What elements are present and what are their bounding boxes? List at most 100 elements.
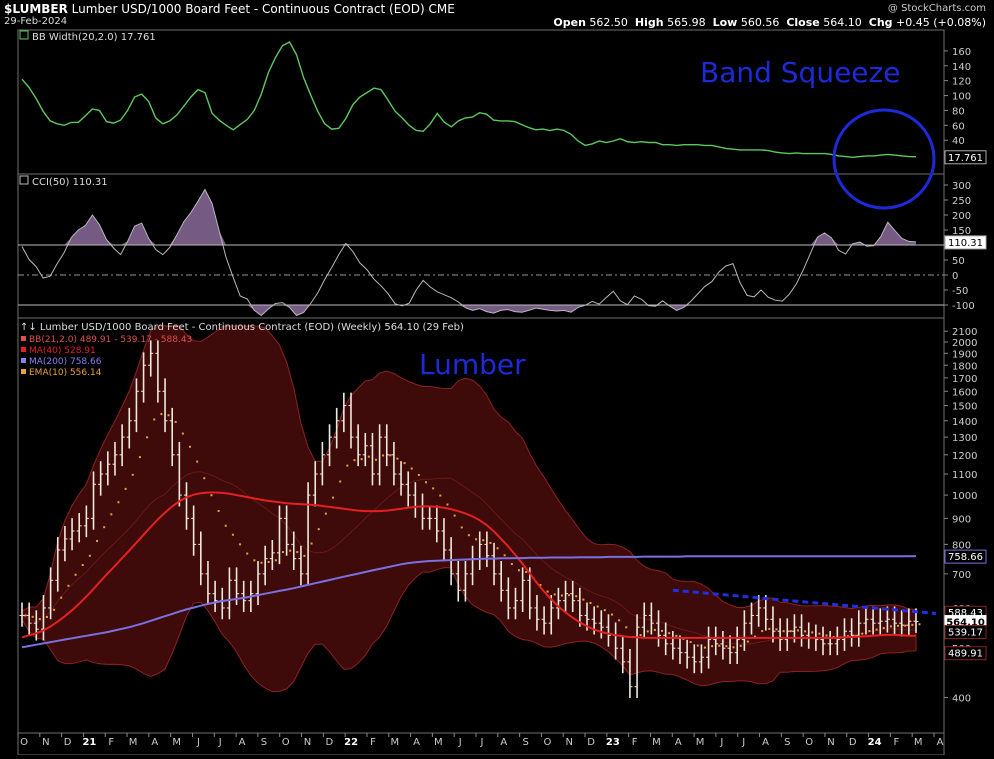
bbw-tick-label: 140 [952, 62, 971, 73]
ema10-point [138, 456, 141, 459]
ema10-point [689, 641, 692, 644]
ema10-point [374, 458, 377, 461]
bbw-legend: BB Width(20,2.0) 17.761 [32, 32, 156, 43]
ema10-point [668, 632, 671, 635]
price-tick-label: 1900 [952, 349, 977, 360]
ema10-point [45, 615, 48, 618]
x-tick-label: O [20, 737, 28, 748]
ema10-point [260, 561, 263, 564]
x-tick-label: D [325, 737, 333, 748]
ema10-point [811, 631, 814, 634]
ema10-point [482, 539, 485, 542]
ema10-point [239, 543, 242, 546]
price-tick-label: 1000 [952, 491, 977, 502]
x-tick-label: J [719, 737, 723, 748]
x-tick-label: N [827, 737, 834, 748]
cci-series-line [21, 188, 917, 317]
ema10-point [224, 524, 227, 527]
price-tick-label: 1300 [952, 433, 977, 444]
x-tick-label: A [500, 737, 507, 748]
ema10-point [210, 494, 213, 497]
cci-overbought-area [22, 189, 916, 245]
price-tick-label: 1200 [952, 451, 977, 462]
price-tick-label: 1600 [952, 387, 977, 398]
bbw-tick-label: 100 [952, 92, 971, 103]
ema10-point [661, 629, 664, 632]
ema10-point [575, 595, 578, 598]
ema10-point [560, 594, 563, 597]
x-tick-label: 24 [868, 737, 882, 748]
x-tick-label: F [108, 737, 114, 748]
panel-frame-2 [17, 173, 945, 319]
price-legend-item: EMA(10) 556.14 [29, 368, 102, 378]
ema10-point [160, 413, 163, 416]
symbol: $LUMBER [4, 2, 68, 16]
ema10-point [281, 551, 284, 554]
x-tick-label: 23 [606, 737, 620, 748]
x-tick-label: O [805, 737, 813, 748]
ema10-point [804, 630, 807, 633]
x-tick-label: A [239, 737, 246, 748]
x-tick-label: A [937, 737, 944, 748]
ema10-point [761, 630, 764, 633]
ema10-point [503, 554, 506, 557]
chg-label: Chg [868, 16, 893, 29]
panel-frame-1 [17, 29, 945, 175]
x-tick-label: 22 [344, 737, 358, 748]
ema10-point [475, 538, 478, 541]
ema10-point [796, 629, 799, 632]
price-legend-title: ↑↓ Lumber USD/1000 Board Feet - Continuo… [20, 322, 464, 333]
ema10-point [882, 627, 885, 630]
cci-legend: CCI(50) 110.31 [32, 177, 108, 188]
chart-date: 29-Feb-2024 [4, 16, 68, 27]
ema10-point [410, 467, 413, 470]
ema10-point [303, 554, 306, 557]
x-tick-label: A [413, 737, 420, 748]
price-tick-label: 1100 [952, 470, 977, 481]
x-tick-label: F [632, 737, 638, 748]
x-tick-label: J [218, 737, 222, 748]
ema10-point [861, 632, 864, 635]
ema10-point [897, 624, 900, 627]
ema10-point [703, 646, 706, 649]
price-legend-swatch [21, 347, 26, 352]
exchange: CME [428, 2, 455, 16]
price-legend-swatch [21, 336, 26, 341]
ema10-point [918, 623, 921, 626]
price-legend-item: BB(21,2.0) 489.91 - 539.17 - 588.43 [29, 335, 192, 345]
ema10-point [367, 455, 370, 458]
ema10-point [60, 596, 63, 599]
cci-tick-label: -50 [952, 286, 968, 297]
x-tick-label: M [390, 737, 399, 748]
ema10-point [246, 552, 249, 555]
low-label: Low [712, 16, 738, 29]
squeeze-highlight-circle [832, 108, 936, 210]
ema10-point [396, 457, 399, 460]
x-tick-label: D [849, 737, 857, 748]
chart-header-title: $LUMBER Lumber USD/1000 Board Feet - Con… [4, 2, 455, 16]
ema10-point [38, 618, 41, 621]
ema10-point [553, 593, 556, 596]
ema10-point [675, 634, 678, 637]
price-legend-swatch [21, 369, 26, 374]
ema10-point [217, 509, 220, 512]
x-tick-label: M [696, 737, 705, 748]
low-value: 560.56 [740, 16, 780, 29]
ema10-point [174, 420, 177, 423]
ema10-point [103, 526, 106, 529]
x-tick-label: N [565, 737, 572, 748]
chart-canvas: 16014012010080604020BB Width(20,2.0) 17.… [17, 29, 987, 756]
ema10-point [467, 534, 470, 537]
cci-tick-label: 200 [952, 211, 971, 222]
ema10-point [81, 564, 84, 567]
ema10-point [589, 602, 592, 605]
ema10-point [696, 644, 699, 647]
x-tick-label: A [151, 737, 158, 748]
x-tick-label: O [282, 737, 290, 748]
ema10-point [725, 645, 728, 648]
cci-tick-label: 50 [952, 256, 965, 267]
x-tick-label: S [261, 737, 267, 748]
cci-value-label: 110.31 [948, 238, 983, 249]
x-tick-label: O [543, 737, 551, 748]
ema10-point [117, 501, 120, 504]
